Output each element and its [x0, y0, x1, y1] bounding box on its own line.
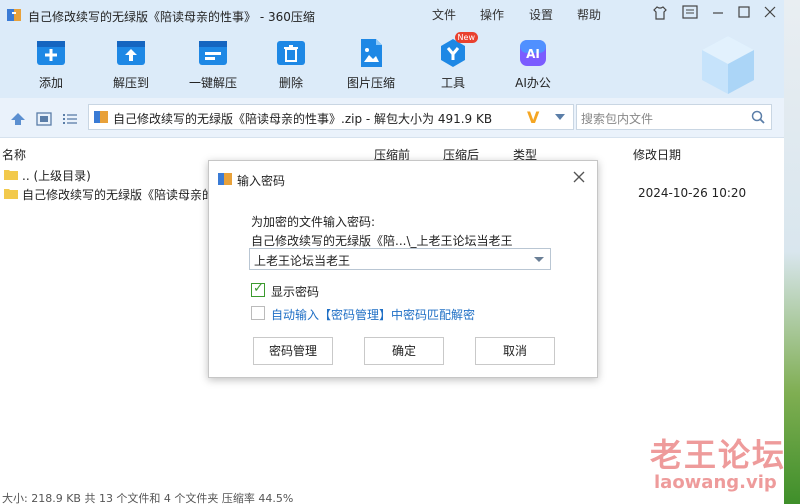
ai-office-label: AI办公	[515, 76, 551, 90]
window-title: 自己修改续写的无绿版《陪读母亲的性事》 - 360压缩	[28, 10, 315, 24]
add-button[interactable]: 添加	[14, 36, 88, 94]
skin-icon[interactable]	[650, 5, 670, 23]
password-input[interactable]: 上老王论坛当老王	[249, 248, 551, 270]
column-name[interactable]: 名称	[2, 146, 26, 163]
one-click-extract-button[interactable]: 一键解压	[176, 36, 250, 94]
archive-path-field[interactable]: 自己修改续写的无绿版《陪读母亲的性事》.zip - 解包大小为 491.9 KB…	[88, 104, 574, 130]
column-modified[interactable]: 修改日期	[633, 146, 681, 163]
image-compress-button[interactable]: 图片压缩	[334, 36, 408, 94]
thumbnail-view-icon[interactable]	[36, 112, 52, 126]
add-icon	[37, 41, 65, 65]
toolbar: 添加 解压到 一键解压 删除 图片压缩 New 工具 AI AI办公	[0, 30, 784, 98]
file-name: 自己修改续写的无绿版《陪读母亲的性	[22, 188, 227, 202]
list-view-icon[interactable]	[62, 112, 78, 126]
tools-label: 工具	[440, 76, 465, 90]
dialog-title-bar: 输入密码	[209, 161, 597, 195]
extract-to-label: 解压到	[112, 76, 149, 90]
status-text: 大小: 218.9 KB 共 13 个文件和 4 个文件夹 压缩率 44.5%	[2, 492, 294, 504]
ai-icon-text: AI	[526, 47, 540, 61]
archive-icon	[218, 173, 232, 185]
menu-settings[interactable]: 设置	[529, 6, 553, 23]
extract-to-button[interactable]: 解压到	[94, 36, 168, 94]
watermark-url: laowang.vip	[654, 472, 777, 493]
chevron-down-icon[interactable]	[555, 114, 565, 120]
app-logo-icon	[7, 9, 21, 21]
password-manager-button[interactable]: 密码管理	[253, 337, 333, 365]
extract-to-icon	[117, 41, 145, 65]
checkmark-icon: ✓	[253, 281, 264, 296]
ai-office-icon: AI	[520, 40, 546, 66]
password-prompt: 为加密的文件输入密码:	[251, 215, 376, 229]
add-label: 添加	[38, 76, 63, 90]
folder-icon	[4, 170, 18, 180]
search-icon[interactable]	[751, 110, 765, 124]
password-value: 上老王论坛当老王	[254, 254, 351, 268]
new-badge: New	[454, 32, 478, 43]
maximize-button[interactable]	[734, 5, 754, 23]
search-input[interactable]: 搜索包内文件	[576, 104, 772, 130]
ai-office-button[interactable]: AI AI办公	[496, 36, 570, 94]
watermark-title: 老王论坛	[650, 436, 787, 474]
archive-icon	[94, 111, 108, 123]
image-compress-label: 图片压缩	[346, 76, 395, 90]
password-dialog: 输入密码 为加密的文件输入密码: 自己修改续写的无绿版《陪...\_上老王论坛当…	[208, 160, 598, 378]
minimize-button[interactable]	[708, 5, 728, 23]
image-compress-icon	[361, 39, 382, 67]
cancel-button[interactable]: 取消	[475, 337, 555, 365]
tools-button[interactable]: New 工具	[416, 32, 490, 94]
archive-path-text: 自己修改续写的无绿版《陪读母亲的性事》.zip - 解包大小为 491.9 KB	[113, 112, 493, 126]
search-placeholder: 搜索包内文件	[581, 112, 654, 126]
show-password-checkbox[interactable]: ✓	[251, 281, 265, 297]
crystal-logo-icon	[702, 36, 754, 94]
menu-action[interactable]: 操作	[480, 6, 504, 23]
folder-icon	[4, 189, 18, 199]
file-date: 2024-10-26 10:20	[638, 186, 747, 200]
file-name: .. (上级目录)	[22, 169, 91, 183]
ok-button[interactable]: 确定	[364, 337, 444, 365]
show-password-label[interactable]: 显示密码	[271, 283, 319, 300]
chevron-down-icon[interactable]	[534, 257, 544, 262]
dialog-close-button[interactable]	[569, 168, 589, 188]
close-icon	[573, 171, 585, 183]
auto-match-checkbox[interactable]	[251, 306, 265, 320]
v-logo-icon[interactable]: V	[527, 108, 539, 127]
delete-icon	[277, 41, 305, 65]
delete-button[interactable]: 删除	[254, 36, 328, 94]
title-bar: 自己修改续写的无绿版《陪读母亲的性事》 - 360压缩 文件 操作 设置 帮助	[0, 0, 784, 30]
one-click-extract-label: 一键解压	[188, 76, 237, 90]
auto-match-label[interactable]: 自动输入【密码管理】中密码匹配解密	[271, 306, 475, 323]
close-button[interactable]	[760, 5, 780, 23]
window-menu-icon[interactable]	[680, 5, 700, 23]
delete-label: 删除	[278, 76, 303, 90]
menu-help[interactable]: 帮助	[577, 6, 601, 23]
menu-file[interactable]: 文件	[432, 6, 456, 23]
encrypted-file-name: 自己修改续写的无绿版《陪...\_上老王论坛当老王	[251, 234, 513, 248]
up-arrow-icon[interactable]	[10, 112, 26, 126]
desktop-background	[784, 0, 800, 504]
dialog-title: 输入密码	[237, 174, 286, 188]
one-click-extract-icon	[199, 41, 227, 65]
